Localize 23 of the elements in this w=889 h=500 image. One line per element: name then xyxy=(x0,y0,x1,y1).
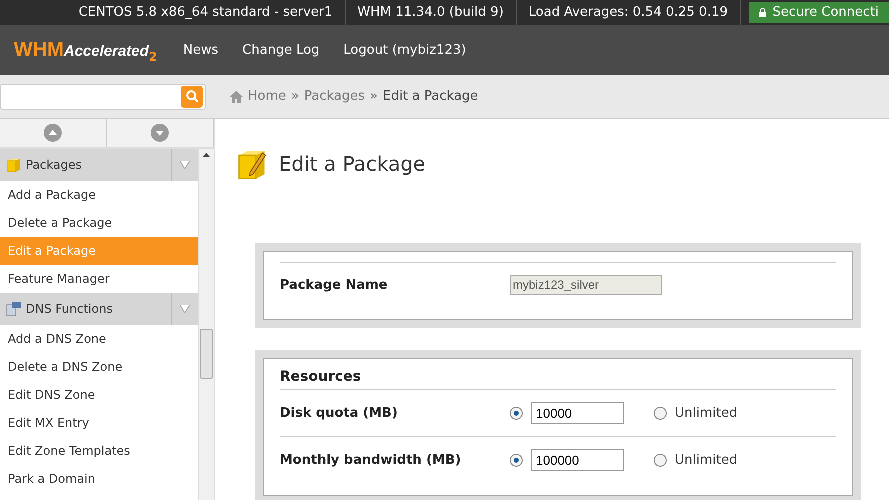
page-title: Edit a Package xyxy=(279,152,426,176)
breadcrumb-separator: » xyxy=(291,89,300,104)
field-label: Monthly bandwidth (MB) xyxy=(280,452,462,468)
nav-link[interactable]: Logout (mybiz123) xyxy=(344,42,466,58)
value-field[interactable]: 10000 xyxy=(531,402,624,424)
value-field[interactable]: 100000 xyxy=(531,449,624,471)
breadcrumb-separator: » xyxy=(370,89,378,104)
sidebar-group-title: DNS Functions xyxy=(26,302,114,316)
nav-link[interactable]: News xyxy=(183,42,219,58)
field-label: Package Name xyxy=(280,278,389,292)
breadcrumb-link[interactable]: Packages xyxy=(304,89,366,104)
sidebar-group-header[interactable]: DNS Functions xyxy=(0,293,198,325)
field-label: Disk quota (MB) xyxy=(280,406,399,420)
section-title: Resources xyxy=(280,369,836,390)
option-label: Unlimited xyxy=(675,406,738,420)
secure-connection-badge: Secure Connecti xyxy=(749,2,889,23)
breadcrumb-link[interactable]: Home xyxy=(248,89,286,104)
breadcrumb-link[interactable]: Edit a Package xyxy=(383,89,478,104)
package-name-field[interactable]: mybiz123_silver xyxy=(510,275,662,295)
sidebar-group-header[interactable]: Packages xyxy=(0,149,198,181)
sidebar-group-title: Packages xyxy=(26,158,83,172)
option-label: Unlimited xyxy=(675,452,738,468)
nav-link[interactable]: Change Log xyxy=(242,42,320,58)
